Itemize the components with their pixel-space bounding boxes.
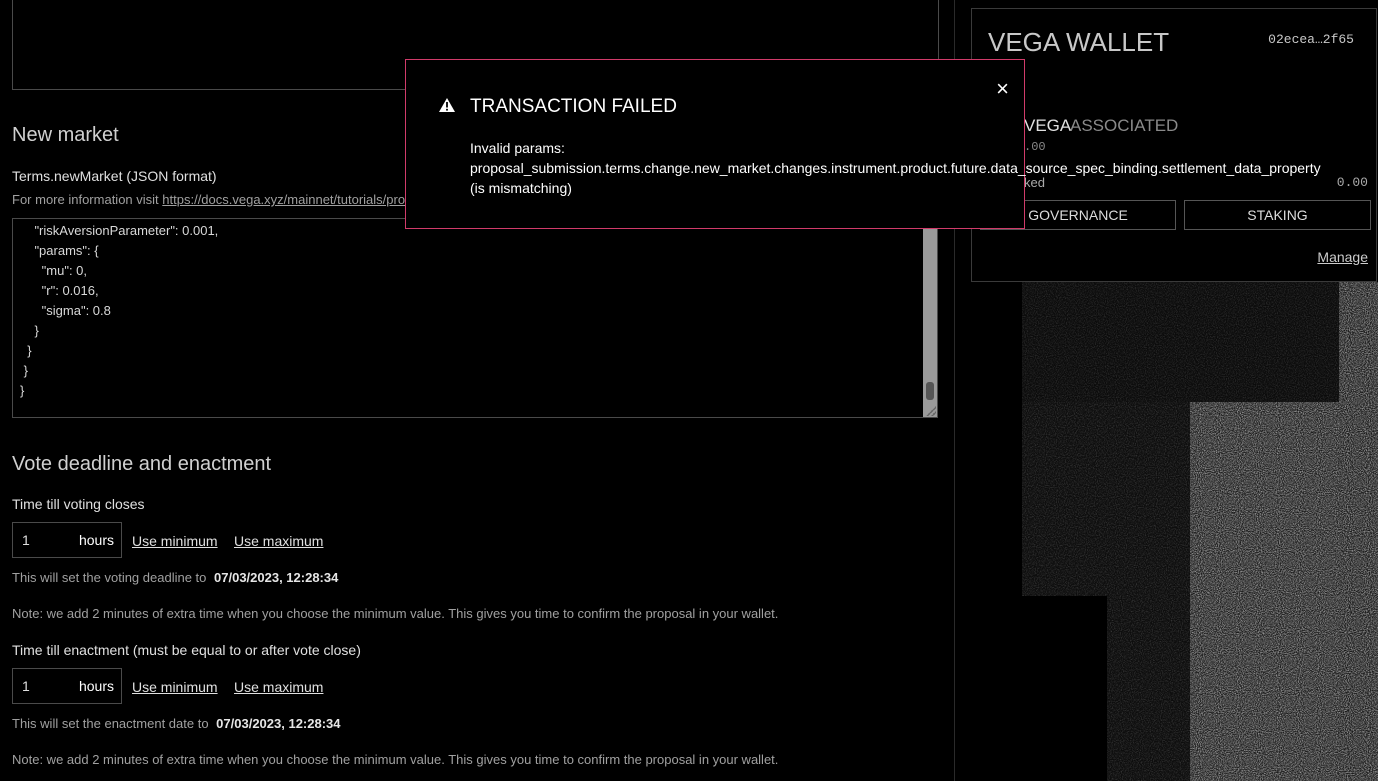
enactment-hours-input[interactable]: 1 hours: [12, 668, 122, 704]
error-line-3: (is mismatching): [470, 180, 572, 196]
warning-icon: [439, 98, 455, 112]
noise-pattern: [1190, 402, 1339, 781]
new-market-heading: New market: [12, 124, 119, 146]
close-icon[interactable]: ×: [996, 78, 1009, 100]
voting-note: Note: we add 2 minutes of extra time whe…: [12, 606, 779, 621]
wallet-associated-label: ASSOCIATED: [1070, 116, 1179, 135]
terms-label: Terms.newMarket (JSON format): [12, 168, 217, 184]
voting-deadline-value: 07/03/2023, 12:28:34: [214, 570, 339, 585]
voting-hours-input[interactable]: 1 hours: [12, 522, 122, 558]
voting-use-maximum-link[interactable]: Use maximum: [234, 533, 323, 549]
dialog-title: TRANSACTION FAILED: [470, 96, 677, 117]
enactment-hours-unit: hours: [78, 678, 114, 694]
dialog-message: Invalid params: proposal_submission.term…: [470, 138, 1321, 198]
error-line-2: proposal_submission.terms.change.new_mar…: [470, 160, 1321, 176]
docs-link[interactable]: https://docs.vega.xyz/mainnet/tutorials/…: [162, 192, 405, 207]
transaction-failed-dialog: TRANSACTION FAILED × Invalid params: pro…: [405, 59, 1321, 229]
error-line-1: Invalid params:: [470, 140, 565, 156]
voting-deadline-text: This will set the voting deadline to 07/…: [12, 570, 338, 585]
resize-grip-icon[interactable]: [926, 406, 936, 416]
vote-heading: Vote deadline and enactment: [12, 453, 272, 475]
enactment-use-minimum-link[interactable]: Use minimum: [132, 679, 218, 695]
voting-hours-value: 1: [22, 532, 30, 548]
wallet-token-name: VEGA: [1024, 116, 1072, 135]
scrollbar[interactable]: [923, 219, 937, 417]
wallet-locked-value: 0.00: [1336, 175, 1368, 190]
staking-button[interactable]: STAKING: [1184, 200, 1371, 230]
enactment-label: Time till enactment (must be equal to or…: [12, 642, 361, 658]
info-prefix: For more information visit: [12, 192, 159, 207]
noise-pattern: [1107, 596, 1190, 781]
enactment-date-value: 07/03/2023, 12:28:34: [216, 716, 341, 731]
voting-deadline-label: This will set the voting deadline to: [12, 570, 207, 585]
terms-json-textarea[interactable]: "riskAversionParameter": 0.001, "params"…: [12, 218, 938, 418]
noise-pattern: [1022, 282, 1339, 402]
wallet-title: VEGA WALLET: [988, 27, 1170, 57]
voting-label: Time till voting closes: [12, 496, 145, 512]
enactment-use-maximum-link[interactable]: Use maximum: [234, 679, 323, 695]
voting-use-minimum-link[interactable]: Use minimum: [132, 533, 218, 549]
json-content: "riskAversionParameter": 0.001, "params"…: [20, 223, 219, 398]
enactment-note: Note: we add 2 minutes of extra time whe…: [12, 752, 779, 767]
wallet-public-key[interactable]: 02ecea…2f65: [1268, 32, 1354, 47]
noise-pattern: [1022, 402, 1190, 596]
scrollbar-thumb[interactable]: [926, 382, 934, 400]
manage-link[interactable]: Manage: [1317, 249, 1368, 265]
enactment-date-label: This will set the enactment date to: [12, 716, 209, 731]
enactment-hours-value: 1: [22, 678, 30, 694]
voting-hours-unit: hours: [78, 532, 114, 548]
noise-pattern: [1339, 282, 1378, 781]
enactment-date-text: This will set the enactment date to 07/0…: [12, 716, 341, 731]
info-text: For more information visit https://docs.…: [12, 192, 405, 207]
